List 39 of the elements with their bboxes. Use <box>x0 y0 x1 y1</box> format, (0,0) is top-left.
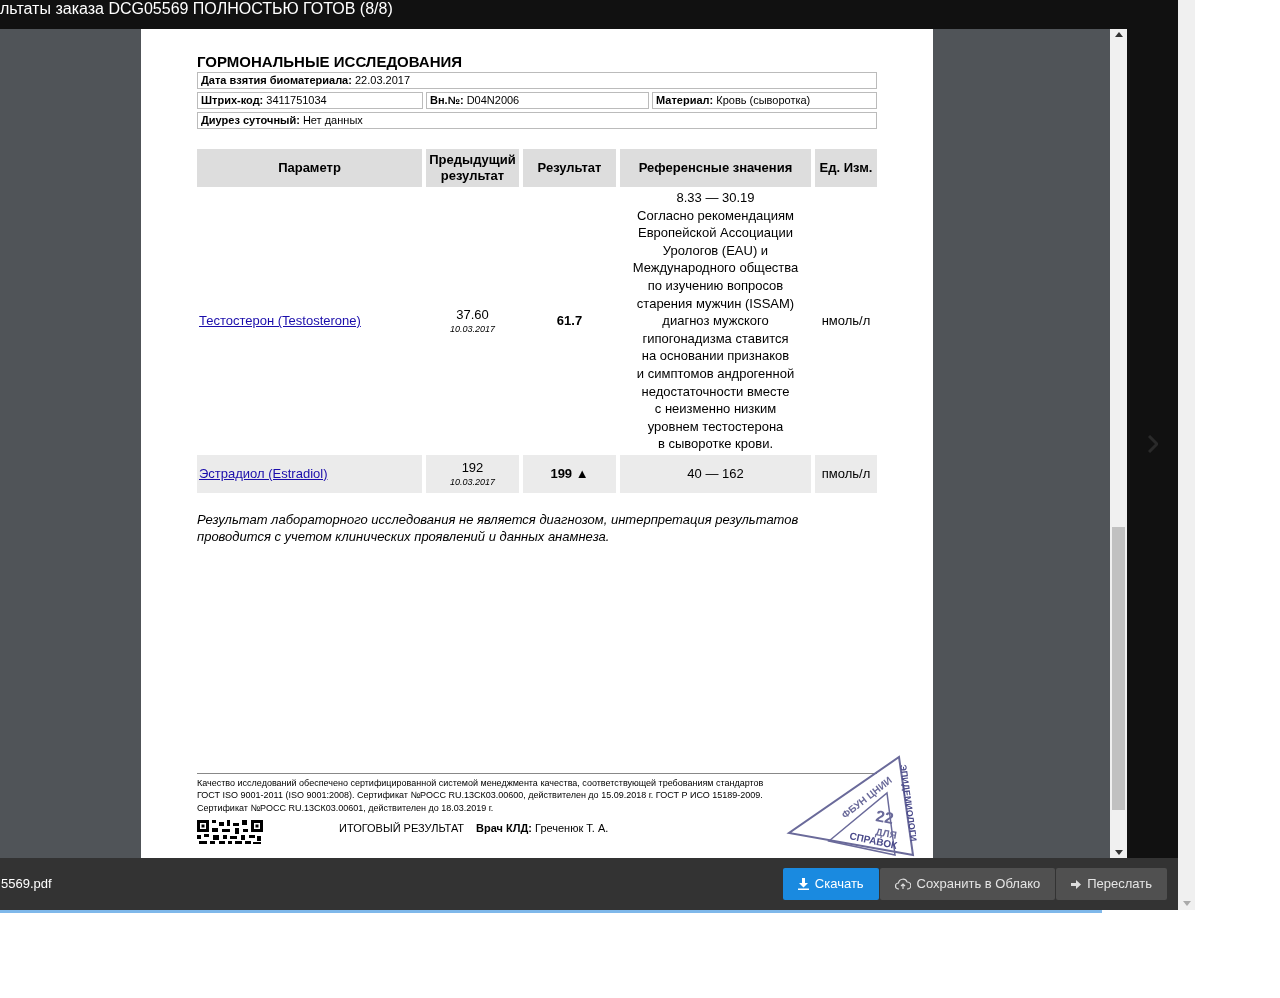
unit-text: нмоль/л <box>821 312 871 331</box>
previous-date: 10.03.2017 <box>449 475 495 488</box>
window-title: льтаты заказа DCG05569 ПОЛНОСТЬЮ ГОТОВ (8/8) <box>0 0 393 18</box>
doctor-text: Врач КЛД: Греченюк Т. А. <box>476 821 609 836</box>
previous-date: 10.03.2017 <box>449 322 495 335</box>
info-field: Материал: Кровь (сыворотка) <box>652 92 877 109</box>
qr-code-icon <box>197 820 263 844</box>
reference-text: 8.33 — 30.19 Согласно рекомендациям Европейской Ассоциации Урологов (EAU) и Международного общества по изучению вопросов старения мужчин (ISSAM) диагноз мужского гипогонадизма ставится на основании признаков и симптомов андрогенной недостаточности вместе с неизменно низким уровнем тестостерона в сыворотке крови. <box>632 189 799 453</box>
download-button[interactable]: Скачать <box>782 868 879 900</box>
certification-text: Качество исследований обеспечено сертифицированной системой менеджмента качества, соответствующей требованиям стандартов ГОСТ ISO 9001-2011 (ISO 9001:2008). Сертификат №РОСС RU.13СК03.00600, действителен до 15.09.2018 г. ГОСТ Р ИСО 15189-2009. Сертификат №РОСС RU.13СК03.00601, действителен до 18.03.2019 г. <box>197 776 765 814</box>
column-header: Результат <box>523 149 616 187</box>
cloud-button[interactable]: Сохранить в Облако <box>879 868 1056 900</box>
chevron-right-icon[interactable] <box>1147 434 1158 453</box>
column-header: Референсные значения <box>620 149 811 187</box>
parameter-link[interactable]: Тестостерон (Testosterone) <box>199 311 361 331</box>
info-field: Штрих-код: 3411751034 <box>197 92 423 109</box>
section-heading: ГОРМОНАЛЬНЫЕ ИССЛЕДОВАНИЯ <box>197 53 464 71</box>
previous-value: 37.60 <box>456 306 489 323</box>
column-header: Предыдущий результат <box>426 149 519 187</box>
final-result-label: ИТОГОВЫЙ РЕЗУЛЬТАТ <box>339 821 465 836</box>
column-header: Ед. Изм. <box>815 149 877 187</box>
disclaimer-note: Результат лабораторного исследования не является диагнозом, интерпретация результатов проводится с учетом клинических проявлений и данных анамнеза. <box>197 510 800 545</box>
forward-button[interactable]: Переслать <box>1056 868 1167 900</box>
right-arrow-icon <box>1071 879 1082 889</box>
scroll-down-icon[interactable] <box>1114 850 1123 855</box>
result-value: 61.7 <box>556 312 583 331</box>
scrollbar-thumb[interactable] <box>1112 527 1125 810</box>
reference-text: 40 — 162 <box>687 464 744 483</box>
info-field: Вн.№: D04N2006 <box>426 92 649 109</box>
scroll-up-icon[interactable] <box>1114 32 1123 37</box>
info-field: Диурез суточный: Нет данных <box>197 112 877 129</box>
unit-text: пмоль/л <box>821 464 871 483</box>
previous-value: 192 <box>461 459 484 476</box>
cloud-upload-icon <box>894 878 911 890</box>
info-field: Дата взятия биоматериала: 22.03.2017 <box>197 72 877 89</box>
download-icon <box>797 878 809 890</box>
file-name: 5569.pdf <box>1 875 52 894</box>
column-header: Параметр <box>197 149 422 187</box>
result-value: 199 ▲ <box>550 464 589 483</box>
